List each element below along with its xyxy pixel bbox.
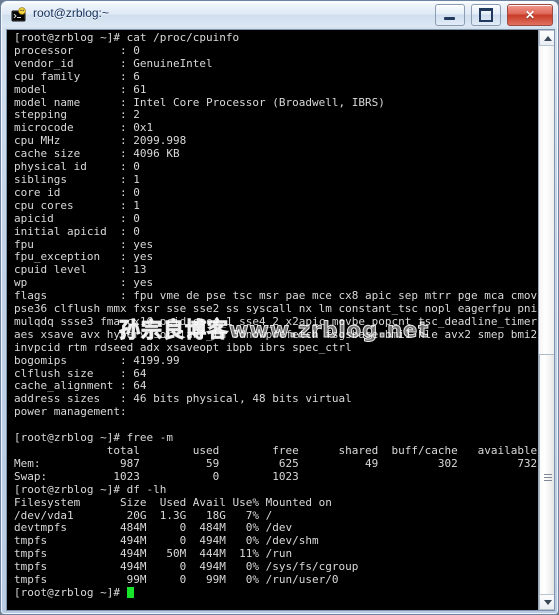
maximize-button[interactable]	[470, 4, 501, 26]
close-icon: ✕	[524, 8, 536, 22]
terminal-output: [root@zrblog ~]# cat /proc/cpuinfo proce…	[7, 30, 539, 600]
terminal-window: root@zrblog:~ ✕ [root@zrblog ~]# cat /pr…	[0, 0, 559, 615]
minimize-button[interactable]	[434, 4, 465, 26]
title-bar[interactable]: root@zrblog:~ ✕	[2, 2, 557, 27]
scrollbar-thumb[interactable]	[539, 354, 554, 600]
terminal-scrollbar[interactable]	[538, 30, 554, 610]
terminal-frame: [root@zrblog ~]# cat /proc/cpuinfo proce…	[6, 29, 555, 611]
minimize-icon	[436, 5, 464, 25]
terminal-screen[interactable]: [root@zrblog ~]# cat /proc/cpuinfo proce…	[7, 30, 539, 610]
chevron-down-icon	[544, 600, 552, 605]
window-controls: ✕	[434, 4, 553, 26]
scrollbar-grip-icon	[544, 472, 552, 482]
maximize-icon	[472, 5, 500, 25]
putty-terminal-icon	[11, 7, 27, 23]
scroll-down-button[interactable]	[539, 594, 554, 610]
terminal-text: [root@zrblog ~]# cat /proc/cpuinfo proce…	[14, 31, 538, 587]
close-button[interactable]: ✕	[507, 4, 553, 26]
shell-prompt-last: [root@zrblog ~]#	[14, 585, 127, 599]
chevron-up-icon	[544, 36, 552, 41]
scroll-up-button[interactable]	[539, 30, 554, 46]
window-title: root@zrblog:~	[33, 6, 109, 20]
text-cursor	[126, 586, 134, 598]
